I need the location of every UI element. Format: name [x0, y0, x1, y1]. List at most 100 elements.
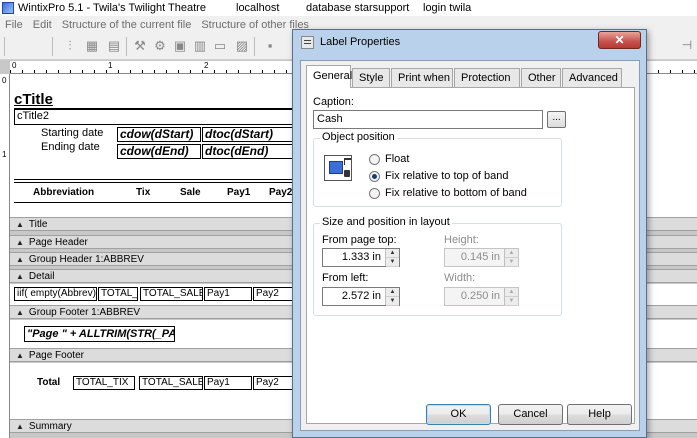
- size-position-title: Size and position in layout: [320, 216, 452, 228]
- detail-pay2-field[interactable]: Pay2: [253, 287, 293, 301]
- title2-field[interactable]: cTitle2: [14, 109, 304, 125]
- end-dow-field[interactable]: cdow(dEnd): [117, 144, 201, 159]
- triangle-up-icon: ▲: [16, 219, 24, 229]
- properties-icon[interactable]: ▣: [172, 39, 188, 53]
- radio-dot: [369, 153, 380, 165]
- size-position-group: Size and position in layout From page to…: [313, 216, 562, 316]
- tab-other[interactable]: Other: [521, 68, 561, 87]
- ruler-mark: 1: [108, 61, 113, 70]
- radio-dot: [369, 187, 380, 199]
- ruler-mark: 0: [12, 61, 17, 70]
- toolbar-separator: [52, 37, 53, 56]
- close-button[interactable]: ✕: [598, 31, 641, 49]
- label-properties-dialog: Label Properties ✕ General Style Print w…: [292, 29, 647, 438]
- total-label[interactable]: Total: [37, 377, 60, 388]
- gear-icon[interactable]: ⚙: [152, 39, 168, 53]
- tab-print-when[interactable]: Print when: [391, 68, 453, 87]
- menu-structure-current[interactable]: Structure of the current file: [57, 19, 197, 31]
- cancel-button[interactable]: Cancel: [498, 404, 563, 425]
- app-icon: [2, 2, 14, 14]
- detail-sale-field[interactable]: TOTAL_SALE: [140, 287, 203, 301]
- layout-icon[interactable]: ▥: [192, 39, 208, 53]
- from-page-top-spinner[interactable]: 1.333 in ▲ ▼: [322, 248, 400, 267]
- footer-total-tix-field[interactable]: TOTAL_TIX: [73, 376, 135, 390]
- menu-file[interactable]: File: [0, 19, 28, 31]
- detail-pay1-field[interactable]: Pay1: [204, 287, 252, 301]
- width-label: Width:: [444, 272, 476, 284]
- tools-icon[interactable]: ⚒: [132, 39, 148, 53]
- from-page-top-value: 1.333 in: [341, 251, 381, 263]
- dialog-icon: [301, 35, 314, 49]
- spin-down-icon[interactable]: ▼: [505, 297, 518, 306]
- width-spinner[interactable]: 0.250 in ▲ ▼: [444, 287, 519, 306]
- spin-up-icon[interactable]: ▲: [505, 288, 518, 297]
- ok-button[interactable]: OK: [426, 404, 491, 425]
- column-header-abbreviation[interactable]: Abbreviation: [33, 187, 94, 198]
- column-header-pay1[interactable]: Pay1: [227, 187, 250, 198]
- report-icon[interactable]: ▨: [234, 39, 250, 53]
- window-title: WintixPro 5.1 - Twila's Twilight Theatre: [18, 2, 206, 14]
- toolbar-separator: [254, 37, 255, 56]
- from-left-spinner[interactable]: 2.572 in ▲ ▼: [322, 287, 400, 306]
- title-field[interactable]: cTitle: [14, 91, 304, 109]
- spin-up-icon[interactable]: ▲: [386, 249, 399, 258]
- start-dtoc-field[interactable]: dtoc(dStart): [202, 127, 302, 142]
- toolbar-separator: [4, 37, 5, 56]
- triangle-up-icon: ▲: [16, 350, 24, 360]
- footer-pay1-field[interactable]: Pay1: [204, 376, 252, 390]
- radio-fix-top[interactable]: Fix relative to top of band: [369, 170, 509, 182]
- page-number-field[interactable]: "Page " + ALLTRIM(STR(_PA: [24, 326, 175, 342]
- spin-down-icon[interactable]: ▼: [386, 297, 399, 306]
- column-header-tix[interactable]: Tix: [136, 187, 150, 198]
- ruler-mark: 1: [2, 150, 7, 159]
- help-button[interactable]: Help: [567, 404, 632, 425]
- spin-up-icon[interactable]: ▲: [505, 249, 518, 258]
- height-spinner[interactable]: 0.145 in ▲ ▼: [444, 248, 519, 267]
- footer-pay2-field[interactable]: Pay2: [253, 376, 293, 390]
- toolbar-separator: [126, 37, 127, 56]
- main-title-bar: WintixPro 5.1 - Twila's Twilight Theatre…: [0, 0, 697, 16]
- ruler-mark: 2: [204, 61, 209, 70]
- triangle-up-icon: ▲: [16, 237, 24, 247]
- tab-advanced[interactable]: Advanced: [562, 68, 622, 87]
- vertical-ruler: 0 1: [0, 74, 10, 438]
- detail-tix-field[interactable]: TOTAL_: [98, 287, 138, 301]
- object-position-group: Object position Float Fix relative to to…: [313, 131, 562, 207]
- menu-edit[interactable]: Edit: [28, 19, 57, 31]
- end-dtoc-field[interactable]: dtoc(dEnd): [202, 144, 302, 159]
- starting-date-label[interactable]: Starting date: [41, 127, 121, 139]
- footer-total-sale-field[interactable]: TOTAL_SALE: [139, 376, 203, 390]
- page-icon[interactable]: ▤: [106, 39, 122, 53]
- spin-down-icon[interactable]: ▼: [505, 258, 518, 267]
- from-page-top-label: From page top:: [322, 234, 397, 246]
- scroll-right-icon[interactable]: ⊣: [677, 35, 697, 55]
- align-icon[interactable]: ⫶: [62, 39, 78, 53]
- radio-float[interactable]: Float: [369, 153, 409, 165]
- triangle-up-icon: ▲: [16, 254, 24, 264]
- column-header-pay2[interactable]: Pay2: [269, 187, 292, 198]
- object-position-title: Object position: [320, 131, 397, 143]
- radio-fix-bottom[interactable]: Fix relative to bottom of band: [369, 187, 527, 199]
- spin-up-icon[interactable]: ▲: [386, 288, 399, 297]
- caption-input[interactable]: Cash: [313, 110, 543, 129]
- detail-abbrev-field[interactable]: iif( empty(Abbrev),: [14, 287, 97, 301]
- dialog-title-bar[interactable]: Label Properties: [293, 30, 646, 54]
- field-icon[interactable]: ▭: [212, 39, 228, 53]
- divider-line: [14, 179, 304, 180]
- from-left-value: 2.572 in: [341, 290, 381, 302]
- dialog-title: Label Properties: [320, 36, 401, 48]
- start-dow-field[interactable]: cdow(dStart): [117, 127, 201, 142]
- tab-general[interactable]: General: [306, 65, 352, 88]
- dialog-body: General Style Print when Protection Othe…: [300, 60, 640, 431]
- column-header-sale[interactable]: Sale: [180, 187, 201, 198]
- tab-style[interactable]: Style: [352, 68, 390, 87]
- group-icon[interactable]: ▦: [84, 39, 100, 53]
- ruler-mark: 0: [2, 76, 7, 85]
- save-icon[interactable]: ▪: [262, 39, 278, 53]
- height-label: Height:: [444, 234, 479, 246]
- tab-protection[interactable]: Protection: [454, 68, 520, 87]
- spin-down-icon[interactable]: ▼: [386, 258, 399, 267]
- ending-date-label[interactable]: Ending date: [41, 141, 121, 153]
- caption-ellipsis-button[interactable]: ...: [547, 111, 566, 128]
- general-tab-panel: Caption: Cash ... Object position Float …: [306, 87, 635, 424]
